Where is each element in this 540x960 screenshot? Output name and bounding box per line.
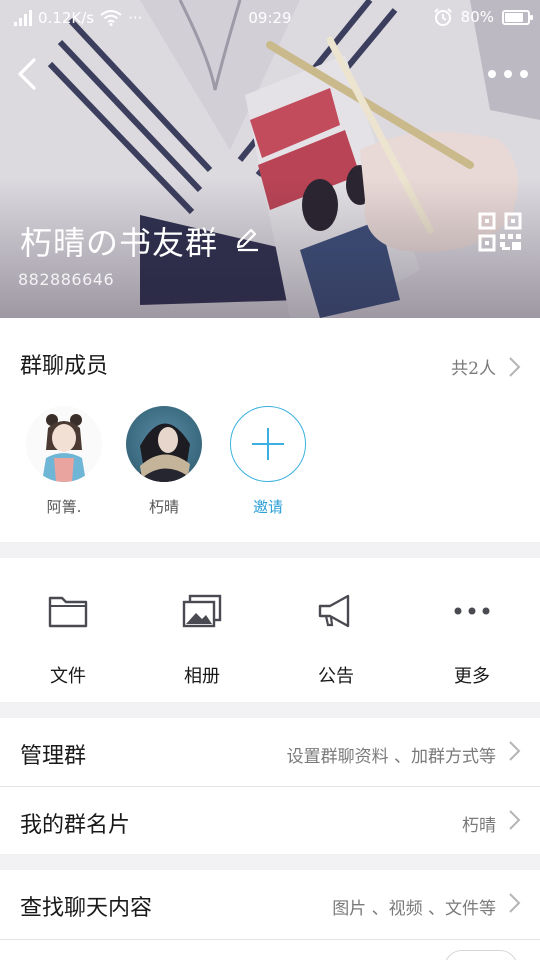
action-label: 文件 — [50, 666, 86, 687]
manage-group-row[interactable]: 管理群 设置群聊资料 、加群方式等 — [0, 718, 540, 786]
album-icon — [182, 594, 222, 628]
invite-button[interactable]: 邀请 — [228, 406, 308, 517]
actions-section: 文件 相册 公告 更多 — [0, 558, 540, 702]
search-section: 查找聊天内容 图片 、视频 、文件等 — [0, 870, 540, 960]
member-avatar-illustration — [26, 406, 102, 482]
folder-icon — [48, 596, 88, 628]
more-dots-icon — [454, 607, 490, 615]
action-label: 公告 — [318, 666, 354, 687]
manage-group-hint: 设置群聊资料 、加群方式等 — [286, 747, 496, 767]
edit-name-icon[interactable] — [234, 226, 260, 252]
member-item[interactable]: 朽晴 — [124, 406, 204, 517]
search-chat-hint: 图片 、视频 、文件等 — [332, 899, 496, 919]
search-chat-row[interactable]: 查找聊天内容 图片 、视频 、文件等 — [0, 870, 540, 938]
action-label: 相册 — [184, 666, 220, 687]
more-menu-button[interactable] — [488, 64, 528, 84]
avatar[interactable] — [26, 406, 102, 482]
alarm-icon — [433, 8, 452, 26]
status-bar: 0.12K/s ··· 09:29 80% — [0, 0, 540, 36]
chevron-right-icon — [509, 741, 521, 761]
action-label: 更多 — [454, 666, 490, 687]
setting-toggle[interactable] — [444, 950, 518, 960]
my-group-card-label: 我的群名片 — [20, 813, 131, 838]
search-chat-label: 查找聊天内容 — [20, 896, 153, 921]
back-arrow-icon — [18, 58, 36, 90]
member-name: 阿箐. — [46, 498, 82, 516]
battery-icon — [502, 9, 533, 25]
group-settings-list: 管理群 设置群聊资料 、加群方式等 我的群名片 朽晴 — [0, 718, 540, 854]
megaphone-icon — [318, 594, 350, 628]
member-name: 朽晴 — [148, 498, 179, 516]
add-icon[interactable] — [230, 406, 306, 482]
member-item[interactable]: 阿箐. — [24, 406, 104, 517]
divider — [0, 939, 540, 940]
battery-percent: 80% — [460, 8, 494, 26]
members-title: 群聊成员 — [20, 354, 109, 379]
my-group-card-row[interactable]: 我的群名片 朽晴 — [0, 787, 540, 854]
member-avatar-illustration — [136, 423, 194, 482]
back-button[interactable] — [10, 56, 46, 92]
chevron-right-icon — [509, 893, 521, 913]
my-group-card-value: 朽晴 — [462, 816, 496, 836]
action-files[interactable]: 文件 — [18, 594, 118, 688]
group-name: 朽晴の书友群 — [20, 224, 219, 262]
chevron-right-icon — [509, 810, 521, 830]
chevron-right-icon[interactable] — [508, 356, 522, 378]
manage-group-label: 管理群 — [20, 744, 87, 769]
action-album[interactable]: 相册 — [152, 594, 252, 688]
invite-label: 邀请 — [252, 498, 283, 516]
action-announcement[interactable]: 公告 — [286, 594, 386, 688]
qr-code-icon[interactable] — [478, 212, 524, 252]
group-id: 882886646 — [18, 270, 115, 289]
action-more[interactable]: 更多 — [422, 594, 522, 688]
members-count[interactable]: 共2人 — [451, 354, 496, 379]
avatar[interactable] — [126, 406, 202, 482]
